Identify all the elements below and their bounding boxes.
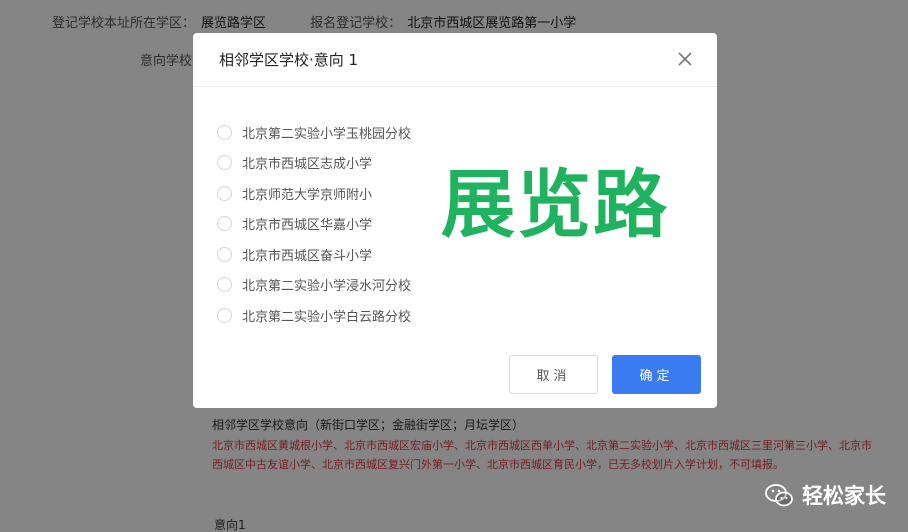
wechat-icon — [765, 484, 793, 507]
radio-button[interactable] — [217, 246, 232, 262]
school-option-3[interactable]: 北京师范大学京师附小 — [217, 178, 411, 209]
close-button[interactable] — [673, 47, 697, 71]
radio-button[interactable] — [217, 124, 232, 140]
school-select-modal: 相邻学区学校·意向 1 北京第二实验小学玉桃园分校 北京市西城区志成小学 北京师… — [193, 33, 717, 408]
radio-button[interactable] — [217, 185, 232, 201]
school-option-label: 北京市西城区奋斗小学 — [242, 248, 373, 264]
cancel-button[interactable]: 取消 — [509, 355, 598, 394]
school-option-label: 北京市西城区华嘉小学 — [242, 218, 373, 234]
radio-button[interactable] — [217, 155, 232, 171]
modal-title: 相邻学区学校·意向 1 — [219, 51, 359, 69]
school-option-label: 北京师范大学京师附小 — [242, 187, 373, 203]
radio-button[interactable] — [217, 216, 232, 232]
school-option-7[interactable]: 北京第二实验小学白云路分校 — [217, 300, 411, 331]
district-watermark: 展览路 — [441, 162, 669, 248]
radio-button[interactable] — [217, 307, 232, 323]
modal-header: 相邻学区学校·意向 1 — [193, 33, 717, 87]
school-option-4[interactable]: 北京市西城区华嘉小学 — [217, 209, 411, 240]
school-option-6[interactable]: 北京第二实验小学浸水河分校 — [217, 270, 411, 301]
school-option-label: 北京第二实验小学白云路分校 — [242, 309, 412, 325]
school-option-2[interactable]: 北京市西城区志成小学 — [217, 148, 411, 179]
school-option-label: 北京市西城区志成小学 — [242, 157, 373, 173]
school-option-label: 北京第二实验小学浸水河分校 — [242, 279, 412, 295]
modal-footer: 取消 确定 — [509, 355, 701, 394]
close-icon — [678, 52, 692, 66]
wechat-account-name: 轻松家长 — [802, 484, 886, 508]
radio-button[interactable] — [217, 277, 232, 293]
confirm-button[interactable]: 确定 — [612, 355, 701, 394]
school-option-label: 北京第二实验小学玉桃园分校 — [242, 126, 412, 142]
wechat-account-tag: 轻松家长 — [764, 480, 886, 510]
school-options-list: 北京第二实验小学玉桃园分校 北京市西城区志成小学 北京师范大学京师附小 北京市西… — [217, 117, 411, 331]
school-option-1[interactable]: 北京第二实验小学玉桃园分校 — [217, 117, 411, 148]
school-option-5[interactable]: 北京市西城区奋斗小学 — [217, 239, 411, 270]
